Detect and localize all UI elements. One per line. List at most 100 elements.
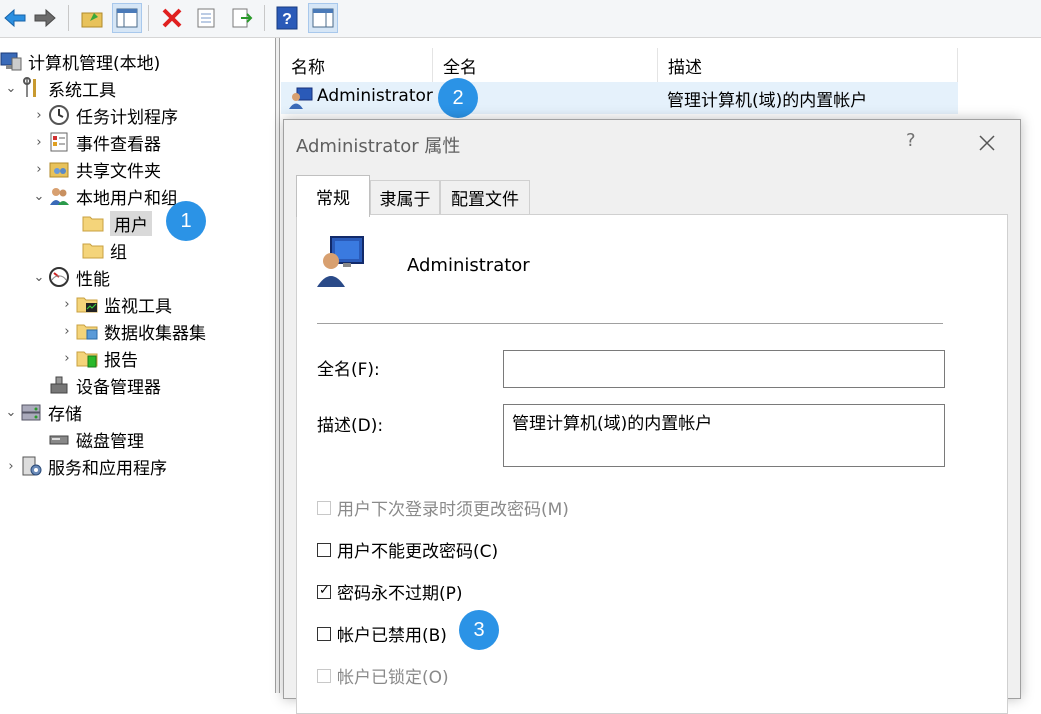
checkbox-account-disabled[interactable]: 帐户已禁用(B) (317, 621, 447, 646)
chevron-right-icon[interactable]: › (58, 345, 76, 371)
user-avatar-icon (317, 235, 367, 292)
column-header-description[interactable]: 描述 (658, 48, 958, 82)
tools-icon (20, 77, 42, 99)
checkbox-box[interactable] (317, 542, 331, 557)
description-field[interactable]: 管理计算机(域)的内置帐户 (503, 404, 945, 467)
back-icon[interactable] (0, 3, 30, 33)
reports-icon (76, 347, 98, 369)
properties-icon[interactable] (191, 3, 221, 33)
show-hide-tree-icon[interactable] (112, 3, 142, 33)
tree-item-storage[interactable]: ⌄ 存储 (2, 399, 82, 425)
tab-member-of[interactable]: 隶属于 (370, 180, 440, 214)
tab-general[interactable]: 常规 (296, 175, 370, 217)
tree-label: 本地用户和组 (76, 188, 178, 209)
checkbox-cannot-change-password[interactable]: 用户不能更改密码(C) (317, 537, 498, 562)
chevron-right-icon[interactable]: › (58, 318, 76, 344)
chevron-down-icon[interactable]: ⌄ (30, 264, 48, 290)
storage-icon (20, 401, 42, 423)
console-tree: 计算机管理(本地) ⌄ 系统工具 › 任务计划程序 › 事件查看器 › 共享文件… (0, 38, 276, 693)
column-header-fullname[interactable]: 全名 (433, 48, 658, 82)
tab-label: 常规 (316, 189, 350, 209)
tree-item-data-collector-sets[interactable]: › 数据收集器集 (58, 318, 206, 344)
tree-label: 事件查看器 (76, 134, 161, 155)
pane-splitter[interactable] (276, 38, 280, 693)
tree-item-task-scheduler[interactable]: › 任务计划程序 (30, 102, 178, 128)
up-folder-icon[interactable] (77, 3, 107, 33)
tree-label: 存储 (48, 404, 82, 425)
divider (317, 323, 943, 324)
chevron-right-icon[interactable]: › (30, 156, 48, 182)
computer-management-icon (0, 50, 22, 72)
help-button[interactable]: ? (906, 130, 916, 151)
tree-item-local-users-groups[interactable]: ⌄ 本地用户和组 (30, 183, 178, 209)
checkbox-account-locked[interactable]: 帐户已锁定(O) (317, 663, 449, 688)
tab-profile[interactable]: 配置文件 (440, 180, 530, 214)
close-icon (979, 135, 995, 151)
action-pane-icon[interactable] (308, 3, 338, 33)
shared-folder-icon (48, 158, 70, 180)
tree-item-services-apps[interactable]: › 服务和应用程序 (2, 453, 167, 479)
tree-item-computer-management[interactable]: 计算机管理(本地) (0, 48, 160, 74)
properties-dialog: Administrator 属性 ? 常规 隶属于 配置文件 Administr… (283, 119, 1021, 714)
tree-item-shared-folders[interactable]: › 共享文件夹 (30, 156, 161, 182)
description-label: 描述(D): (317, 416, 384, 436)
tree-item-disk-management[interactable]: 磁盘管理 (30, 426, 144, 452)
help-icon[interactable]: ? (272, 3, 302, 33)
disk-icon (48, 428, 70, 450)
checkbox-box[interactable]: ✓ (317, 583, 331, 599)
general-panel: Administrator 全名(F): 描述(D): 管理计算机(域)的内置帐… (296, 214, 1008, 714)
chevron-down-icon[interactable]: ⌄ (30, 183, 48, 209)
tree-label: 系统工具 (48, 80, 116, 101)
tree-item-event-viewer[interactable]: › 事件查看器 (30, 129, 161, 155)
forward-icon[interactable] (30, 3, 60, 33)
tree-item-users[interactable]: 用户 (82, 210, 152, 236)
chevron-right-icon[interactable]: › (2, 453, 20, 479)
checkbox-label: 用户下次登录时须更改密码(M) (337, 500, 569, 520)
tab-label: 配置文件 (451, 190, 519, 210)
user-icon (289, 86, 313, 115)
fullname-field[interactable] (503, 350, 945, 388)
tree-label: 数据收集器集 (104, 323, 206, 344)
chevron-right-icon[interactable]: › (30, 129, 48, 155)
tree-item-monitoring-tools[interactable]: › 监视工具 (58, 291, 172, 317)
chevron-down-icon[interactable]: ⌄ (2, 399, 20, 425)
column-header-name[interactable]: 名称 (281, 48, 433, 82)
column-label: 名称 (291, 57, 325, 78)
fullname-label: 全名(F): (317, 360, 380, 380)
tree-item-device-manager[interactable]: 设备管理器 (30, 372, 161, 398)
step-badge-3: 3 (459, 610, 499, 650)
tree-item-performance[interactable]: ⌄ 性能 (30, 264, 110, 290)
cell-description: 管理计算机(域)的内置帐户 (667, 91, 868, 111)
chevron-right-icon[interactable]: › (58, 291, 76, 317)
tree-label: 性能 (76, 269, 110, 290)
cell-name: Administrator (317, 86, 433, 106)
checkbox-box[interactable] (317, 500, 331, 515)
svg-text:?: ? (282, 11, 292, 28)
checkbox-password-never-expires[interactable]: ✓ 密码永不过期(P) (317, 579, 463, 604)
checkbox-label: 用户不能更改密码(C) (337, 542, 499, 562)
event-viewer-icon (48, 131, 70, 153)
checkbox-must-change-password[interactable]: 用户下次登录时须更改密码(M) (317, 495, 569, 520)
tree-item-system-tools[interactable]: ⌄ 系统工具 (2, 75, 116, 101)
tree-label: 组 (110, 242, 127, 263)
users-groups-icon (48, 185, 70, 207)
monitor-folder-icon (76, 293, 98, 315)
close-button[interactable] (972, 128, 1002, 158)
column-label: 全名 (443, 57, 477, 78)
tree-label: 共享文件夹 (76, 161, 161, 182)
chevron-down-icon[interactable]: ⌄ (2, 75, 20, 101)
tree-label: 磁盘管理 (76, 431, 144, 452)
checkbox-box[interactable] (317, 626, 331, 641)
step-badge-1: 1 (166, 201, 206, 241)
table-row[interactable]: Administrator 管理计算机(域)的内置帐户 (281, 82, 958, 114)
tree-item-reports[interactable]: › 报告 (58, 345, 138, 371)
checkbox-box[interactable] (317, 668, 331, 683)
delete-icon[interactable] (157, 3, 187, 33)
tree-label: 任务计划程序 (76, 107, 178, 128)
chevron-right-icon[interactable]: › (30, 102, 48, 128)
clock-icon (48, 104, 70, 126)
tree-item-groups[interactable]: 组 (82, 237, 127, 263)
device-manager-icon (48, 374, 70, 396)
export-icon[interactable] (227, 3, 257, 33)
checkbox-label: 帐户已锁定(O) (337, 668, 449, 688)
